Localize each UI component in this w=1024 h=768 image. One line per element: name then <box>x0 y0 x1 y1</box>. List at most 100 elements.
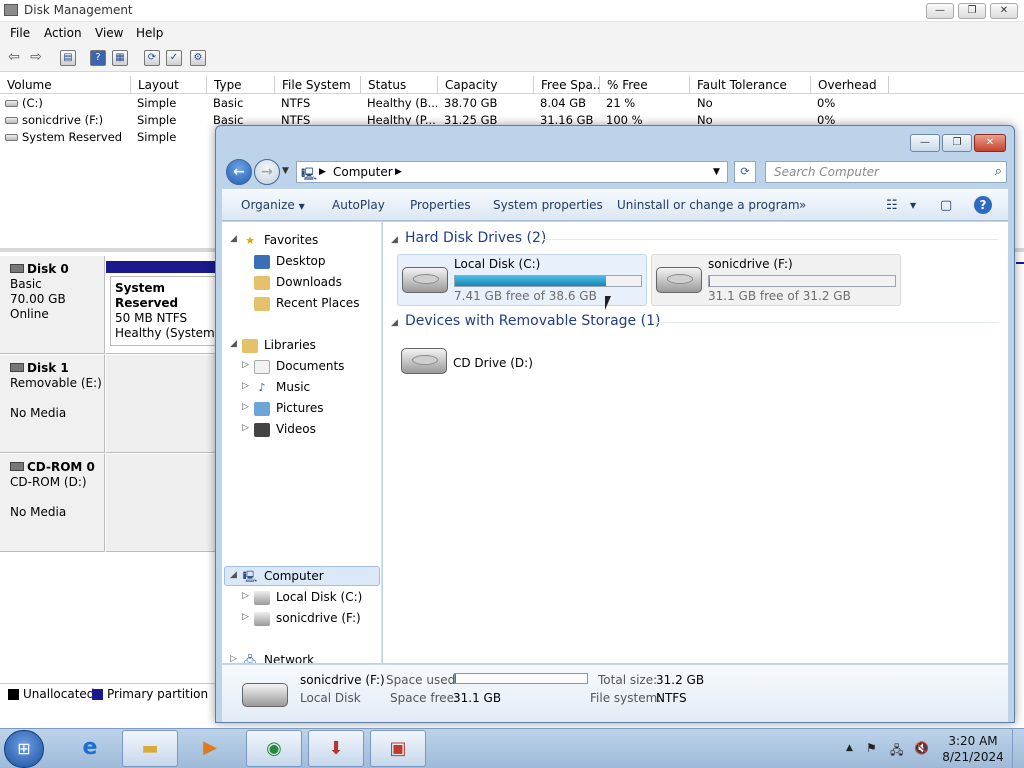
taskbar-globe-app[interactable]: ◉ <box>246 730 302 767</box>
nav-downloads[interactable]: Downloads <box>254 272 342 292</box>
taskbar-windows-explorer[interactable]: ▬ <box>122 730 178 767</box>
check-icon[interactable]: ✓ <box>166 50 182 66</box>
expand-icon[interactable]: ▷ <box>242 381 249 391</box>
hard-drive-icon <box>254 611 270 626</box>
recent-pages-dropdown[interactable]: ▼ <box>282 166 289 176</box>
autoplay-button[interactable]: AutoPlay <box>332 198 385 212</box>
menu-help[interactable]: Help <box>136 26 163 40</box>
col-capacity[interactable]: Capacity <box>438 76 534 94</box>
address-bar[interactable]: 🖳 ▶ Computer ▶ ▼ <box>296 161 728 183</box>
col-overhead[interactable]: Overhead <box>811 76 889 94</box>
change-view-icon[interactable]: ☷ <box>886 198 898 213</box>
forward-arrow-icon[interactable]: ⇨ <box>28 50 44 66</box>
expand-favorites-icon[interactable]: ◢ <box>230 234 237 244</box>
chevron-down-icon[interactable]: ▼ <box>713 167 720 177</box>
show-hidden-icons-icon[interactable]: ▲ <box>846 743 853 753</box>
taskbar-toolbox-app[interactable]: ▣ <box>370 730 426 767</box>
chevron-down-icon[interactable]: ▼ <box>910 201 916 210</box>
col-percent-free[interactable]: % Free <box>600 76 690 94</box>
chevron-right-icon[interactable]: ▶ <box>395 167 402 177</box>
group-removable-storage[interactable]: Devices with Removable Storage (1) <box>405 313 660 329</box>
col-filesystem[interactable]: File System <box>275 76 361 94</box>
maximize-button[interactable]: ❐ <box>958 3 986 19</box>
disk-1-label[interactable]: Disk 1 Removable (E:) No Media <box>0 355 105 453</box>
collapse-group-icon[interactable]: ◢ <box>391 318 398 328</box>
refresh-button[interactable]: ⟳ <box>734 161 756 183</box>
back-arrow-icon[interactable]: ⇦ <box>6 50 22 66</box>
system-properties-button[interactable]: System properties <box>493 198 603 212</box>
preview-pane-icon[interactable]: ▢ <box>940 198 952 213</box>
expand-icon[interactable]: ▷ <box>242 423 249 433</box>
nav-music[interactable]: ♪ Music <box>254 377 310 397</box>
taskbar-internet-explorer[interactable]: e <box>62 730 118 767</box>
group-hard-disk-drives[interactable]: Hard Disk Drives (2) <box>405 230 546 246</box>
menu-file[interactable]: File <box>10 26 30 40</box>
collapse-group-icon[interactable]: ◢ <box>391 235 398 245</box>
expand-icon[interactable]: ▷ <box>242 360 249 370</box>
maximize-button[interactable]: ❐ <box>942 134 972 152</box>
col-free-space[interactable]: Free Spa... <box>534 76 600 94</box>
forward-button[interactable]: → <box>254 159 280 185</box>
close-button[interactable]: ✕ <box>990 3 1018 19</box>
back-button[interactable]: ← <box>226 159 252 185</box>
expand-icon[interactable]: ▷ <box>242 402 249 412</box>
col-fault-tolerance[interactable]: Fault Tolerance <box>690 76 811 94</box>
network-icon[interactable]: 🖧 <box>890 741 903 762</box>
nav-sonicdrive-f[interactable]: sonicdrive (F:) <box>254 608 361 628</box>
menu-action[interactable]: Action <box>44 26 82 40</box>
refresh-icon[interactable]: ⟳ <box>144 50 160 66</box>
nav-recent-places[interactable]: Recent Places <box>254 293 359 313</box>
taskbar-install-app[interactable]: ⬇ <box>308 730 364 767</box>
col-type[interactable]: Type <box>207 76 275 94</box>
show-desktop-button[interactable] <box>1012 729 1024 768</box>
recent-places-icon <box>254 296 270 311</box>
help-icon[interactable]: ? <box>974 196 992 214</box>
help-icon[interactable]: ? <box>90 50 106 66</box>
volume-muted-icon[interactable]: 🔇 <box>914 741 929 755</box>
nav-computer[interactable]: 🖳 Computer <box>242 566 324 586</box>
expand-computer-icon[interactable]: ◢ <box>230 570 237 580</box>
more-commands-button[interactable]: » <box>799 198 806 212</box>
clock[interactable]: 3:20 AM 8/21/2024 <box>938 733 1008 765</box>
minimize-button[interactable]: — <box>926 3 954 19</box>
nav-favorites[interactable]: ★ Favorites <box>242 230 318 250</box>
properties-icon[interactable]: ▦ <box>112 50 128 66</box>
nav-libraries[interactable]: Libraries <box>242 335 316 355</box>
type-cell: Basic <box>213 96 244 110</box>
nav-network[interactable]: 🖧 Network <box>242 650 314 663</box>
partition-system-reserved[interactable]: System Reserved 50 MB NTFS Healthy (Syst… <box>110 276 231 346</box>
action-center-flag-icon[interactable]: ⚑ <box>866 741 877 755</box>
nav-documents[interactable]: Documents <box>254 356 344 376</box>
table-row[interactable]: (C:) Simple Basic NTFS Healthy (B... 38.… <box>0 95 1024 112</box>
breadcrumb-computer[interactable]: Computer <box>333 165 393 179</box>
search-icon[interactable]: ⌕ <box>995 164 1002 179</box>
drive-tile-f[interactable]: sonicdrive (F:) 31.1 GB free of 31.2 GB <box>651 254 901 306</box>
uninstall-program-button[interactable]: Uninstall or change a program <box>617 198 800 212</box>
nav-videos[interactable]: Videos <box>254 419 316 439</box>
taskbar-media-player[interactable]: ▶ <box>182 730 238 767</box>
nav-local-disk-c[interactable]: Local Disk (C:) <box>254 587 362 607</box>
properties-button[interactable]: Properties <box>410 198 471 212</box>
col-status[interactable]: Status <box>361 76 438 94</box>
drive-tile-d[interactable]: CD Drive (D:) <box>397 336 557 388</box>
nav-desktop[interactable]: Desktop <box>254 251 326 271</box>
close-button[interactable]: ✕ <box>974 134 1006 152</box>
col-volume[interactable]: Volume <box>0 76 131 94</box>
col-layout[interactable]: Layout <box>131 76 207 94</box>
minimize-button[interactable]: — <box>910 134 940 152</box>
expand-icon[interactable]: ▷ <box>242 591 249 601</box>
search-input[interactable]: Search Computer ⌕ <box>765 161 1007 183</box>
expand-libraries-icon[interactable]: ◢ <box>230 339 237 349</box>
settings-icon[interactable]: ⚙ <box>190 50 206 66</box>
start-button[interactable]: ⊞ <box>4 730 44 768</box>
list-view-icon[interactable]: ▤ <box>60 50 76 66</box>
expand-icon[interactable]: ▷ <box>242 612 249 622</box>
nav-pictures[interactable]: Pictures <box>254 398 324 418</box>
disk-0-label[interactable]: Disk 0 Basic 70.00 GB Online <box>0 256 105 354</box>
menu-view[interactable]: View <box>95 26 123 40</box>
details-drive-name: sonicdrive (F:) <box>300 673 385 687</box>
organize-button[interactable]: Organize ▼ <box>241 198 305 212</box>
cdrom-0-label[interactable]: CD-ROM 0 CD-ROM (D:) No Media <box>0 454 105 552</box>
chevron-right-icon[interactable]: ▶ <box>319 167 326 177</box>
expand-network-icon[interactable]: ▷ <box>230 654 237 663</box>
